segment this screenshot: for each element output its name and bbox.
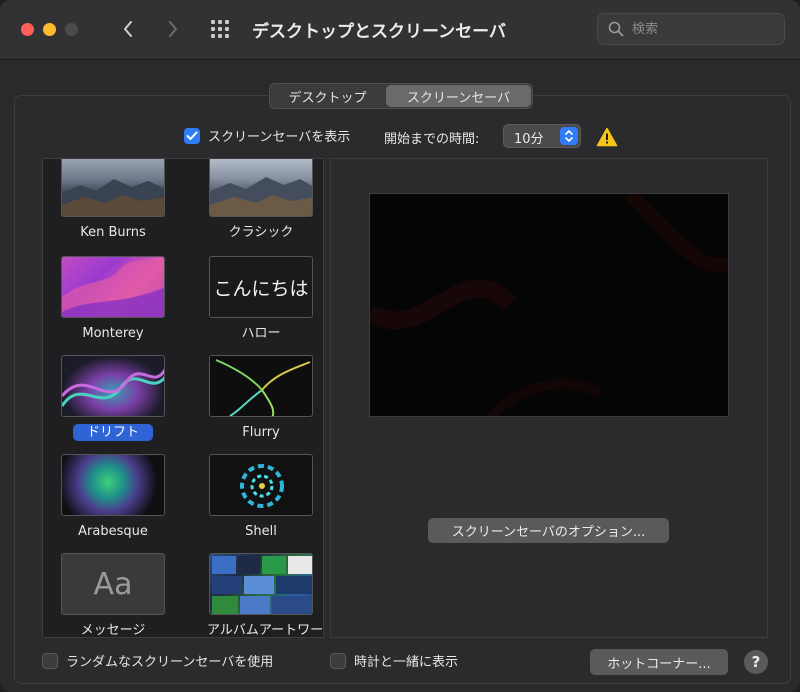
screensaver-name: Arabesque	[78, 524, 148, 539]
screensaver-name: Flurry	[242, 425, 280, 440]
screensaver-name: Ken Burns	[80, 225, 146, 240]
tab-screensaver[interactable]: スクリーンセーバ	[386, 85, 531, 107]
screensaver-drift[interactable]: ドリフト	[53, 355, 173, 441]
back-button[interactable]	[114, 15, 142, 43]
screensaver-name: ドリフト	[72, 424, 153, 441]
drift-thumbnail	[61, 355, 165, 417]
arabesque-thumbnail	[61, 454, 165, 516]
random-screensaver-label: ランダムなスクリーンセーバを使用	[66, 655, 274, 670]
title-bar: デスクトップとスクリーンセーバ	[0, 0, 800, 60]
search-input[interactable]	[632, 19, 777, 39]
show-screensaver-option[interactable]: スクリーンセーバを表示	[184, 126, 350, 145]
album-artwork-thumbnail	[209, 553, 313, 615]
screensaver-name: アルバムアートワーク	[207, 623, 324, 638]
show-screensaver-label: スクリーンセーバを表示	[208, 130, 351, 145]
screensaver-name: Monterey	[82, 326, 144, 341]
system-preferences-window: デスクトップとスクリーンセーバ デスクトップ スクリーンセーバ スクリーンセーバ…	[0, 0, 800, 692]
chevron-left-icon	[124, 21, 132, 37]
warning-icon[interactable]	[596, 127, 618, 147]
screensaver-name: Shell	[245, 524, 277, 539]
tab-desktop[interactable]: デスクトップ	[270, 84, 385, 108]
show-screensaver-checkbox[interactable]	[184, 127, 200, 144]
zoom-window-button[interactable]	[65, 23, 78, 36]
screensaver-name: クラシック	[228, 225, 294, 240]
random-screensaver-option[interactable]: ランダムなスクリーンセーバを使用	[42, 651, 273, 670]
screensaver-album-artwork[interactable]: アルバムアートワーク	[201, 553, 324, 638]
tab-segment-control: デスクトップ スクリーンセーバ	[269, 83, 533, 109]
screensaver-hello[interactable]: こんにちは ハロー	[201, 256, 321, 342]
screensaver-options-button[interactable]: スクリーンセーバのオプション...	[428, 518, 669, 543]
close-window-button[interactable]	[21, 23, 34, 36]
show-clock-option[interactable]: 時計と一緒に表示	[330, 651, 458, 670]
hot-corners-button[interactable]: ホットコーナー...	[590, 649, 728, 675]
minimize-window-button[interactable]	[43, 23, 56, 36]
shell-thumbnail	[209, 454, 313, 516]
message-thumbnail: Aa	[61, 553, 165, 615]
search-field[interactable]	[597, 13, 785, 45]
screensaver-flurry[interactable]: Flurry	[201, 355, 321, 441]
checkmark-icon	[186, 131, 198, 140]
classic-thumbnail	[209, 159, 313, 217]
show-clock-label: 時計と一緒に表示	[354, 655, 459, 670]
screensaver-name: ハロー	[241, 326, 281, 341]
flurry-thumbnail	[209, 355, 313, 417]
screensaver-arabesque[interactable]: Arabesque	[53, 454, 173, 540]
monterey-thumbnail	[61, 256, 165, 318]
random-screensaver-checkbox[interactable]	[42, 652, 58, 669]
screensaver-name: メッセージ	[80, 623, 146, 638]
screensaver-message[interactable]: Aa メッセージ	[53, 553, 173, 638]
ken-burns-thumbnail	[61, 159, 165, 217]
screensaver-monterey[interactable]: Monterey	[53, 256, 173, 342]
start-after-value: 10分	[514, 132, 544, 147]
hello-thumbnail: こんにちは	[209, 256, 313, 318]
window-title: デスクトップとスクリーンセーバ	[252, 22, 506, 42]
screensaver-ken-burns[interactable]: Ken Burns	[53, 159, 173, 241]
show-all-grid-icon[interactable]	[211, 20, 233, 40]
chevron-right-icon	[169, 21, 177, 37]
screensaver-classic[interactable]: クラシック	[201, 159, 321, 241]
select-stepper-icon	[560, 127, 578, 145]
screensaver-shell[interactable]: Shell	[201, 454, 321, 540]
forward-button[interactable]	[159, 15, 187, 43]
screensaver-preview	[369, 193, 729, 417]
show-clock-checkbox[interactable]	[330, 652, 346, 669]
screensaver-list[interactable]: Ken Burns クラシック Monterey こんにちは ハロー ドリフト	[42, 158, 324, 638]
start-after-select[interactable]: 10分	[503, 124, 581, 148]
start-after-label: 開始までの時間:	[384, 132, 480, 147]
help-button[interactable]: ?	[744, 650, 768, 674]
search-icon	[608, 21, 624, 37]
